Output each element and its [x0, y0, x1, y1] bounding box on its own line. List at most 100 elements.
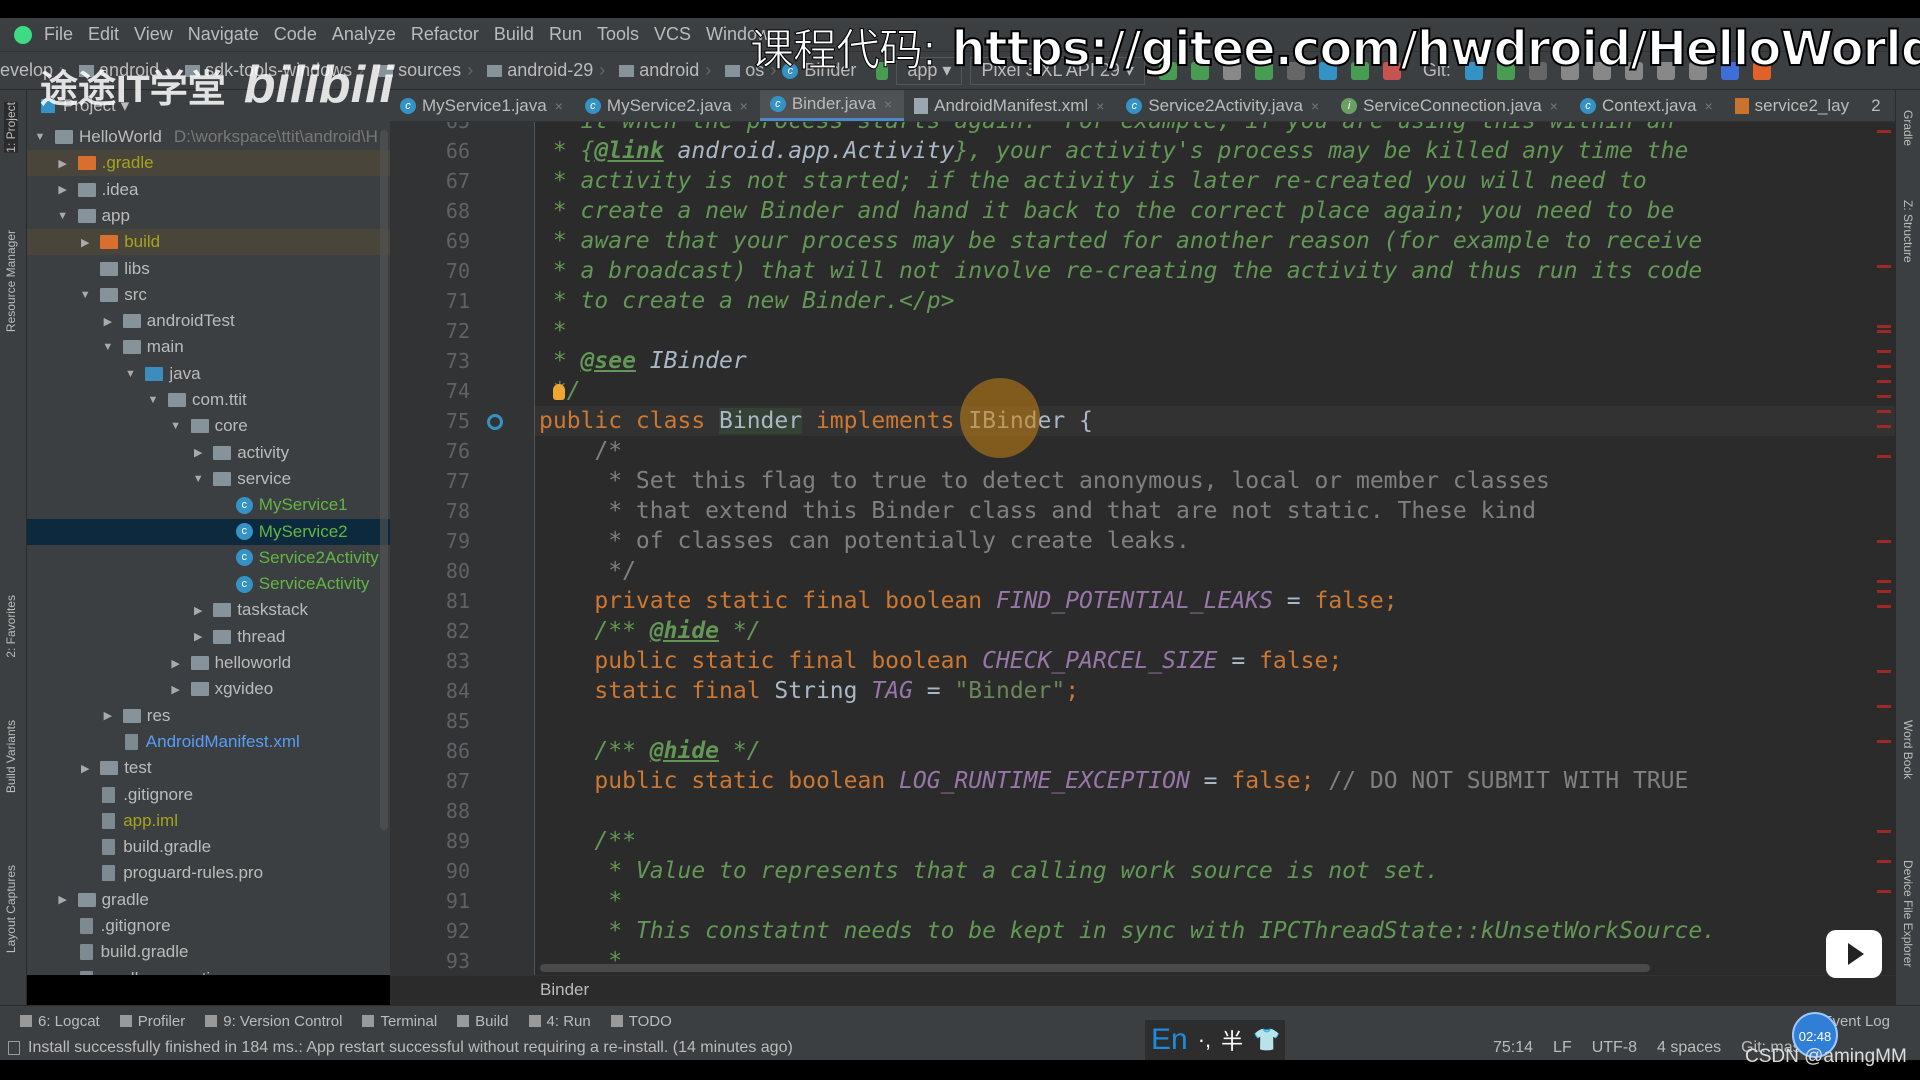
menu-tools[interactable]: Tools [597, 24, 639, 45]
tree-item[interactable]: proguard-rules.pro [27, 860, 390, 886]
close-tab-icon[interactable]: × [1550, 98, 1558, 114]
tree-item[interactable]: ▶ .idea [27, 177, 390, 203]
collapsed-arrow-icon[interactable]: ▶ [191, 630, 205, 643]
tool-resource-manager[interactable]: Resource Manager [4, 230, 18, 332]
error-stripe-mark[interactable] [1877, 395, 1891, 398]
tool-favorites[interactable]: 2: Favorites [4, 595, 18, 658]
collapsed-arrow-icon[interactable]: ▶ [191, 446, 205, 459]
collapsed-arrow-icon[interactable]: ▶ [169, 683, 183, 696]
close-tab-icon[interactable]: × [1311, 98, 1319, 114]
error-stripe-mark[interactable] [1877, 410, 1891, 413]
tab-service2activity-java[interactable]: c Service2Activity.java × [1116, 90, 1331, 121]
code-line[interactable]: */ [539, 556, 636, 586]
breadcrumb-class[interactable]: Binder [540, 980, 589, 999]
error-stripe-mark[interactable] [1877, 265, 1891, 268]
tree-item[interactable]: .gitignore [27, 782, 390, 808]
error-stripe-mark[interactable] [1877, 590, 1891, 593]
code-line[interactable]: * to create a new Binder.</p> [539, 286, 955, 316]
code-line[interactable]: * Value to represents that a calling wor… [539, 856, 1439, 886]
caret-position[interactable]: 75:14 [1493, 1039, 1533, 1057]
tree-item[interactable]: ▶ xgvideo [27, 676, 390, 702]
tree-item[interactable]: ▶ .gradle [27, 150, 390, 177]
menu-build[interactable]: Build [494, 24, 534, 45]
error-stripe-mark[interactable] [1877, 860, 1891, 863]
code-line[interactable]: /** @hide */ [539, 616, 760, 646]
close-tab-icon[interactable]: × [740, 98, 748, 114]
tree-item[interactable]: ▶ gradle [27, 887, 390, 913]
status-toggle-icon[interactable] [8, 1041, 20, 1055]
tree-item[interactable]: ▼ java [27, 361, 390, 387]
code-line[interactable]: * that extend this Binder class and that… [539, 496, 1536, 526]
tool-structure[interactable]: Z: Structure [1901, 200, 1915, 263]
menu-navigate[interactable]: Navigate [188, 24, 259, 45]
code-line[interactable]: /* [539, 436, 622, 466]
tree-scrollbar[interactable] [380, 130, 388, 830]
tool-window-button[interactable]: TODO [610, 1013, 672, 1030]
tab-androidmanifest-xml[interactable]: AndroidManifest.xml × [904, 90, 1116, 121]
code-line[interactable]: public static final boolean CHECK_PARCEL… [539, 646, 1342, 676]
menu-refactor[interactable]: Refactor [411, 24, 479, 45]
tab-binder-java[interactable]: c Binder.java × [759, 90, 905, 121]
expanded-arrow-icon[interactable]: ▼ [123, 368, 137, 380]
code-line[interactable]: * a broadcast) that will not involve re-… [539, 256, 1702, 286]
tab-myservice1-java[interactable]: c MyService1.java × [390, 90, 575, 121]
tool-device-file-explorer[interactable]: Device File Explorer [1901, 860, 1915, 967]
code-line[interactable]: * of classes can potentially create leak… [539, 526, 1190, 556]
ime-language[interactable]: En [1151, 1023, 1188, 1057]
tool-project[interactable]: 1: Project [4, 102, 18, 153]
error-stripe-mark[interactable] [1877, 890, 1891, 893]
error-stripe-mark[interactable] [1877, 365, 1891, 368]
tree-item[interactable]: ▶ res [27, 703, 390, 729]
code-line[interactable]: /** @hide */ [539, 736, 760, 766]
error-stripe-mark[interactable] [1877, 830, 1891, 833]
breadcrumb-item[interactable]: android › [611, 60, 711, 81]
code-editor[interactable]: 65 66 67 68 69 70 71 72 73 74 75 76 77 78 79 80 81 82 83 84… [390, 122, 1895, 975]
code-line[interactable]: * Set this flag to true to detect anonym… [539, 466, 1550, 496]
code-line[interactable]: * it when the process starts again. For … [539, 122, 1675, 136]
tree-item[interactable]: c ServiceActivity [27, 571, 390, 597]
collapsed-arrow-icon[interactable]: ▶ [78, 236, 92, 249]
code-line[interactable]: * @see IBinder [539, 346, 747, 376]
menu-view[interactable]: View [134, 24, 173, 45]
error-stripe-mark[interactable] [1877, 330, 1891, 333]
menu-code[interactable]: Code [274, 24, 317, 45]
collapsed-arrow-icon[interactable]: ▶ [56, 893, 70, 906]
implements-gutter-icon[interactable] [487, 414, 503, 430]
error-stripe-mark[interactable] [1877, 130, 1891, 133]
error-stripe-mark[interactable] [1877, 540, 1891, 543]
tree-item[interactable]: ▶ taskstack [27, 597, 390, 623]
code-line[interactable]: * [539, 316, 567, 346]
code-line[interactable]: private static final boolean FIND_POTENT… [539, 586, 1397, 616]
tab-overflow-button[interactable]: 2 [1861, 90, 1892, 121]
collapsed-arrow-icon[interactable]: ▶ [56, 183, 70, 196]
error-stripe[interactable] [1877, 130, 1891, 970]
tree-item[interactable]: .gitignore [27, 913, 390, 939]
tool-window-button[interactable]: Terminal [362, 1013, 437, 1030]
tool-window-button[interactable]: Profiler [119, 1013, 185, 1030]
tree-item[interactable]: build.gradle [27, 939, 390, 965]
code-line[interactable]: * aware that your process may be started… [539, 226, 1702, 256]
expanded-arrow-icon[interactable]: ▼ [191, 473, 205, 485]
close-tab-icon[interactable]: × [884, 96, 892, 112]
tree-item[interactable]: ▼ com.ttit [27, 387, 390, 413]
file-encoding[interactable]: UTF-8 [1592, 1039, 1637, 1057]
tree-item[interactable]: AndroidManifest.xml [27, 729, 390, 755]
ime-punctuation[interactable]: ·, [1198, 1027, 1211, 1053]
error-stripe-mark[interactable] [1877, 455, 1891, 458]
line-separator[interactable]: LF [1553, 1039, 1572, 1057]
tool-build-variants[interactable]: Build Variants [4, 720, 18, 793]
code-line[interactable]: * activity is not started; if the activi… [539, 166, 1647, 196]
tree-item[interactable]: ▶ thread [27, 624, 390, 650]
tree-item[interactable]: app.iml [27, 808, 390, 834]
breadcrumb-item[interactable]: android-29 › [479, 60, 605, 81]
ime-width[interactable]: 半 [1221, 1024, 1243, 1056]
tree-item[interactable]: ▶ test [27, 755, 390, 781]
close-tab-icon[interactable]: × [1096, 98, 1104, 114]
tree-item[interactable]: libs [27, 256, 390, 282]
error-stripe-mark[interactable] [1877, 580, 1891, 583]
tree-item[interactable]: c Service2Activity [27, 545, 390, 571]
menu-analyze[interactable]: Analyze [332, 24, 396, 45]
expanded-arrow-icon[interactable]: ▼ [101, 341, 115, 353]
close-tab-icon[interactable]: × [1704, 98, 1712, 114]
close-tab-icon[interactable]: × [555, 98, 563, 114]
